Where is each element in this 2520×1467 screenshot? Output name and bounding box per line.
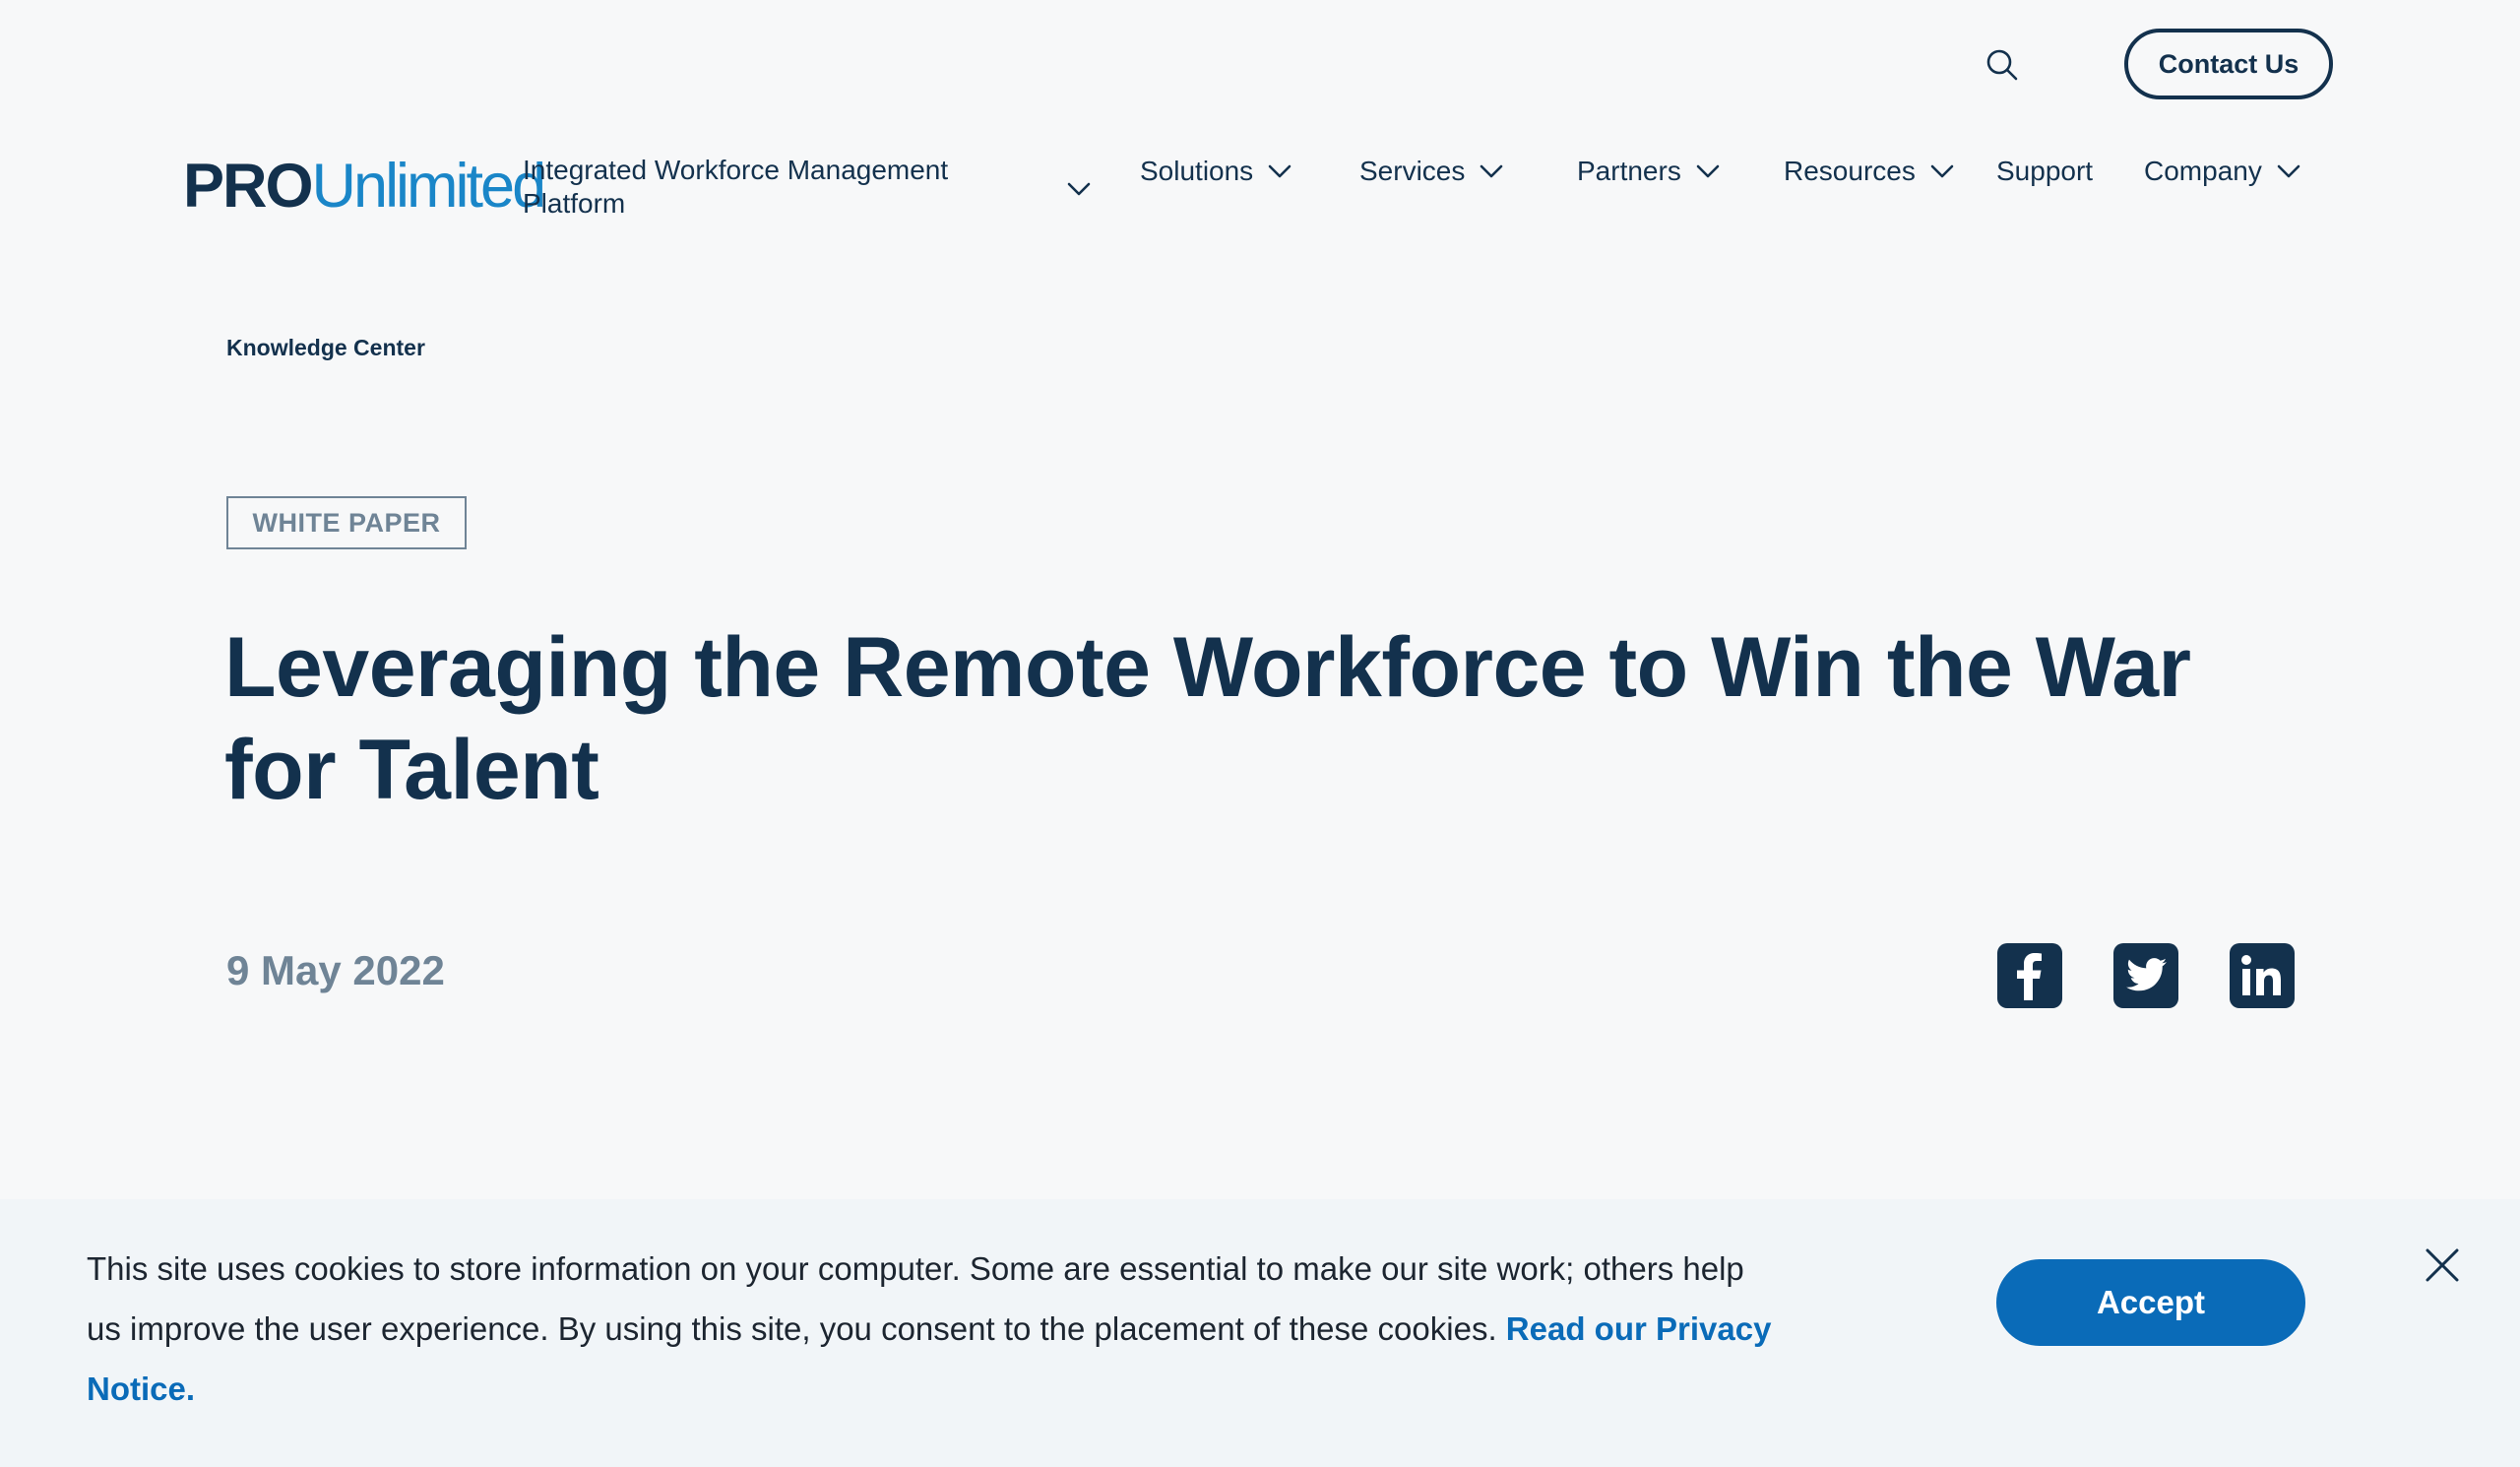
nav-item-support[interactable]: Support (1996, 154, 2093, 189)
chevron-down-icon (1696, 164, 1720, 178)
nav-item-label: Support (1996, 156, 2094, 186)
nav-item-label: Services (1359, 156, 1466, 186)
contact-us-button[interactable]: Contact Us (2124, 29, 2333, 99)
pro-unlimited-logo[interactable]: PRO Unlimited (183, 152, 547, 223)
nav-item-label: Solutions (1140, 156, 1254, 186)
linkedin-icon[interactable] (2230, 943, 2295, 1008)
accept-cookies-button[interactable]: Accept (1996, 1259, 2305, 1346)
cookie-banner: This site uses cookies to store informat… (0, 1199, 2520, 1467)
search-icon[interactable] (1983, 45, 2022, 85)
content-type-tag: WHITE PAPER (226, 496, 467, 549)
chevron-down-icon (2277, 164, 2300, 178)
nav-item-company[interactable]: Company (2144, 154, 2301, 189)
nav-item-solutions[interactable]: Solutions (1140, 154, 1292, 189)
close-icon[interactable] (2424, 1246, 2461, 1284)
platform-chevron-down-icon[interactable] (1065, 175, 1093, 203)
logo-unlimited-text: Unlimited (311, 152, 547, 221)
page-title: Leveraging the Remote Workforce to Win t… (224, 620, 2191, 817)
facebook-icon[interactable] (1997, 943, 2062, 1008)
nav-item-services[interactable]: Services (1359, 154, 1504, 189)
nav-item-label: Company (2144, 156, 2262, 186)
nav-item-resources[interactable]: Resources (1784, 154, 1955, 189)
chevron-down-icon (1930, 164, 1954, 178)
chevron-down-icon (1268, 164, 1292, 178)
breadcrumb[interactable]: Knowledge Center (226, 335, 425, 361)
nav-item-partners[interactable]: Partners (1577, 154, 1721, 189)
publish-date: 9 May 2022 (226, 947, 445, 993)
cookie-message: This site uses cookies to store informat… (87, 1239, 1780, 1419)
page: Contact Us PRO Unlimited Integrated Workf… (0, 0, 2520, 1467)
platform-menu-label[interactable]: Integrated Workforce Management Platform (523, 154, 1035, 221)
logo-pro-text: PRO (183, 152, 314, 221)
chevron-down-icon (1480, 164, 1503, 178)
nav-item-label: Partners (1577, 156, 1681, 186)
twitter-icon[interactable] (2113, 943, 2178, 1008)
cookie-message-text: This site uses cookies to store informat… (87, 1250, 1744, 1347)
nav-item-label: Resources (1784, 156, 1916, 186)
